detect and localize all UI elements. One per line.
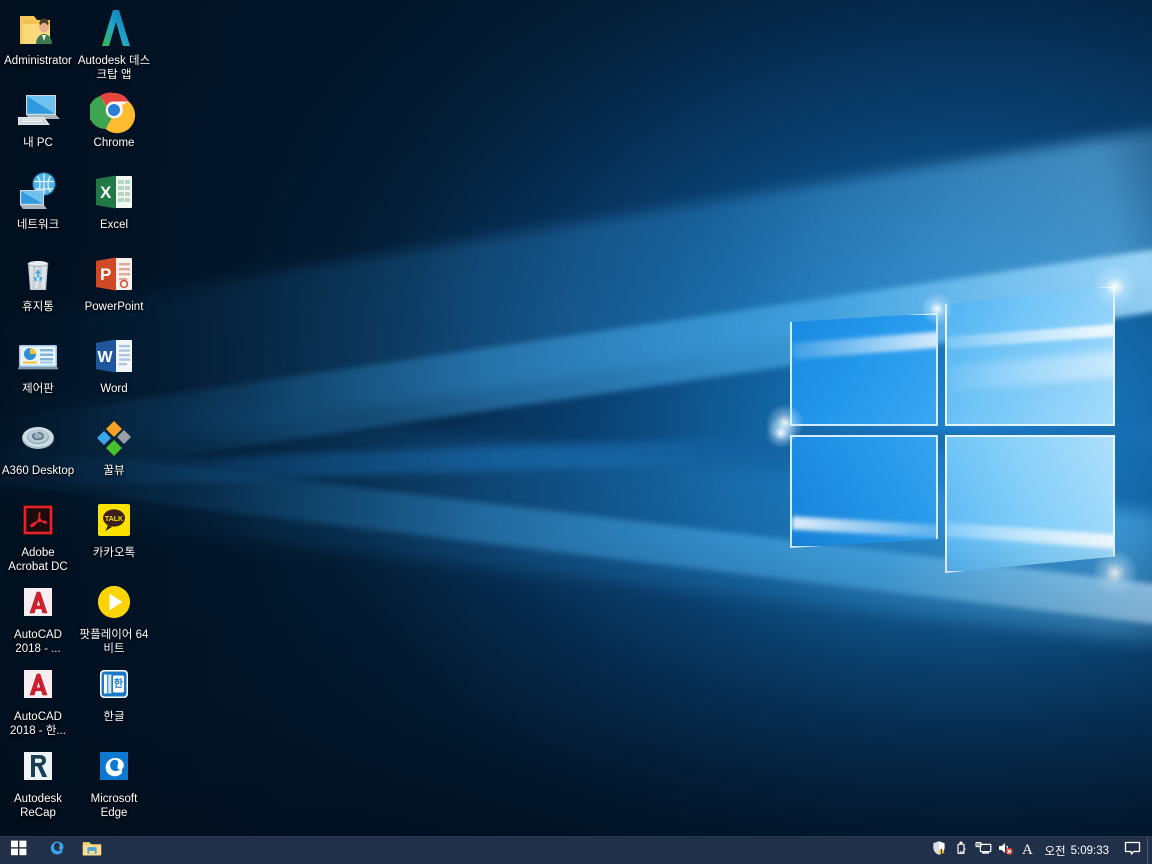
desktop-icon-chrome[interactable]: Chrome — [76, 86, 152, 150]
action-center-button[interactable] — [1117, 837, 1147, 864]
desktop-icon-autocad-2018[interactable]: AutoCAD 2018 - ... — [0, 578, 76, 656]
tray-icon-security-shield-warning[interactable] — [928, 837, 950, 864]
desktop-icon-label: 내 PC — [23, 137, 53, 149]
desktop-icon-autodesk-recap[interactable]: Autodesk ReCap — [0, 742, 76, 820]
network-monitor-icon — [975, 840, 992, 861]
desktop-icon-label: 네트워크 — [16, 219, 60, 231]
desktop-icon-label: 꿀뷰 — [103, 465, 125, 477]
powerpoint-icon: P — [90, 250, 138, 298]
desktop-icon-label: Word — [100, 383, 128, 395]
adobe-acrobat-icon — [14, 496, 62, 544]
svg-text:TALK: TALK — [105, 516, 123, 523]
clock-ampm: 오전 — [1044, 845, 1066, 858]
kakaotalk-icon: TALK — [90, 496, 138, 544]
honeyview-icon — [90, 414, 138, 462]
autodesk-desktop-app-icon — [90, 4, 138, 52]
windows-start-icon — [11, 840, 27, 861]
desktop-icon-label: PowerPoint — [84, 301, 144, 313]
control-panel-icon — [14, 332, 62, 380]
desktop-icon-adobe-acrobat[interactable]: Adobe Acrobat DC — [0, 496, 76, 574]
autodesk-recap-icon — [14, 742, 62, 790]
desktop-icon-honeyview[interactable]: 꿀뷰 — [76, 414, 152, 478]
desktop-icon-label: 카카오톡 — [92, 547, 136, 559]
desktop-icon-label: 팟플레이어 64 비트 — [79, 629, 149, 655]
system-tray: A 오전 5:09:33 — [928, 836, 1152, 864]
desktop-icon-hangul-hwp[interactable]: 한 한글 — [76, 660, 152, 724]
recycle-bin-icon — [14, 250, 62, 298]
svg-text:W: W — [98, 349, 114, 366]
desktop-icon-autocad-2018-korean[interactable]: AutoCAD 2018 - 한... — [0, 660, 76, 738]
word-icon: W — [90, 332, 138, 380]
taskbar-empty-area[interactable] — [110, 837, 928, 864]
tray-icon-usb-eject[interactable] — [950, 837, 972, 864]
desktop-icon-grid: Administrator Autodesk 데스크탑 앱 내 PC Chrom… — [0, 0, 152, 819]
potplayer-icon — [90, 578, 138, 626]
desktop-icon-label: Excel — [99, 219, 129, 231]
desktop-icon-label: A360 Desktop — [1, 465, 75, 477]
desktop-icon-label: Autodesk 데스크탑 앱 — [77, 55, 151, 81]
user-folder-icon — [14, 4, 62, 52]
taskbar-item-file-explorer[interactable] — [74, 837, 110, 864]
chrome-icon — [88, 86, 138, 134]
tray-icon-ime-alpha[interactable]: A — [1016, 837, 1038, 864]
autocad-icon — [14, 578, 62, 626]
hangul-hwp-icon: 한 — [90, 660, 138, 708]
desktop-icon-word[interactable]: W Word — [76, 332, 152, 396]
taskbar[interactable]: A 오전 5:09:33 — [0, 836, 1152, 864]
wallpaper-left-shade — [0, 0, 1152, 864]
svg-text:한: 한 — [114, 678, 124, 690]
desktop-icon-label: 휴지통 — [22, 301, 54, 313]
desktop-icon-label: AutoCAD 2018 - ... — [14, 629, 62, 655]
taskbar-item-microsoft-edge[interactable] — [38, 837, 74, 864]
a360-desktop-icon — [14, 414, 62, 462]
security-shield-warning-icon — [931, 840, 947, 861]
desktop-icon-label: Autodesk ReCap — [14, 793, 62, 819]
taskbar-clock[interactable]: 오전 5:09:33 — [1038, 837, 1117, 864]
network-icon — [14, 168, 62, 216]
desktop-icon-this-pc[interactable]: 내 PC — [0, 86, 76, 150]
desktop-icon-autodesk-desktop-app[interactable]: Autodesk 데스크탑 앱 — [76, 4, 152, 82]
desktop-icon-powerpoint[interactable]: P PowerPoint — [76, 250, 152, 314]
desktop-icon-excel[interactable]: X Excel — [76, 168, 152, 232]
desktop[interactable]: Administrator Autodesk 데스크탑 앱 내 PC Chrom… — [0, 0, 1152, 864]
desktop-icon-label: AutoCAD 2018 - 한... — [10, 711, 66, 737]
desktop-icon-label: 한글 — [103, 711, 125, 723]
file-explorer-icon — [82, 839, 102, 862]
desktop-icon-administrator[interactable]: Administrator — [0, 4, 76, 68]
usb-eject-icon — [953, 840, 969, 861]
desktop-icon-recycle-bin[interactable]: 휴지통 — [0, 250, 76, 314]
desktop-icon-potplayer[interactable]: 팟플레이어 64 비트 — [76, 578, 152, 656]
desktop-icon-label: Chrome — [93, 137, 135, 149]
this-pc-icon — [14, 86, 62, 134]
desktop-icon-kakaotalk[interactable]: TALK 카카오톡 — [76, 496, 152, 560]
speaker-muted-icon — [997, 840, 1014, 861]
clock-time: 5:09:33 — [1070, 844, 1109, 857]
tray-icon-speaker-muted[interactable] — [994, 837, 1016, 864]
desktop-icon-label: 제어판 — [22, 383, 54, 395]
tray-icon-network-monitor[interactable] — [972, 837, 994, 864]
microsoft-edge-taskbar-icon — [46, 838, 66, 863]
start-button[interactable] — [0, 837, 38, 864]
svg-text:P: P — [100, 265, 111, 284]
desktop-icon-label: Administrator — [4, 55, 72, 67]
microsoft-edge-icon — [90, 742, 138, 790]
notification-center-icon — [1124, 841, 1141, 861]
desktop-icon-label: Microsoft Edge — [90, 793, 138, 819]
svg-text:X: X — [100, 183, 112, 202]
desktop-icon-network[interactable]: 네트워크 — [0, 168, 76, 232]
show-desktop-button[interactable] — [1147, 836, 1152, 864]
ime-alpha-icon: A — [1022, 842, 1033, 858]
excel-icon: X — [90, 168, 138, 216]
desktop-icon-a360-desktop[interactable]: A360 Desktop — [0, 414, 76, 478]
desktop-icon-microsoft-edge[interactable]: Microsoft Edge — [76, 742, 152, 820]
desktop-icon-control-panel[interactable]: 제어판 — [0, 332, 76, 396]
desktop-icon-label: Adobe Acrobat DC — [8, 547, 68, 573]
autocad-icon — [14, 660, 62, 708]
